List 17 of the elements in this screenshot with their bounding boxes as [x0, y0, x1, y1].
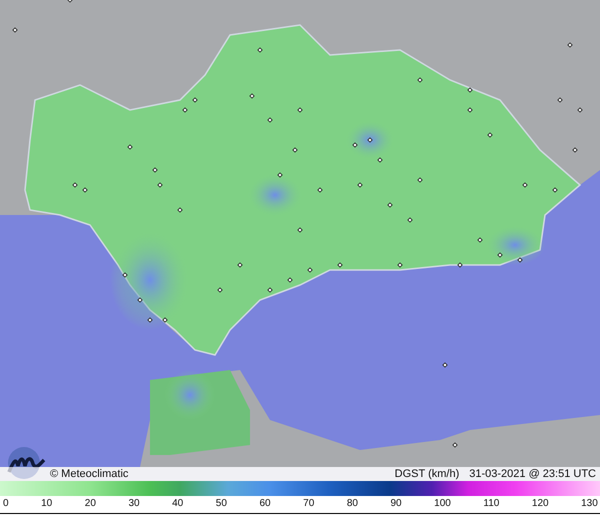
scale-label: 40	[172, 498, 184, 511]
scale-label: 110	[483, 498, 500, 511]
scale-label: 80	[346, 498, 358, 511]
credit-text: © Meteoclimatic	[50, 468, 128, 480]
scale-label: 60	[259, 498, 271, 511]
scale-label: 10	[41, 498, 52, 511]
scale-label: 100	[434, 498, 451, 511]
scale-label: 130	[581, 498, 598, 511]
timestamp: 31-03-2021 @ 23:51 UTC	[469, 468, 596, 480]
scale-label: 0	[3, 498, 9, 511]
scale-label: 50	[216, 498, 227, 511]
scale-label: 120	[532, 498, 549, 511]
scale-label: 30	[128, 498, 140, 511]
scale-label: 90	[390, 498, 402, 511]
scale-label: 20	[84, 498, 96, 511]
variable-label: DGST (km/h)	[394, 468, 460, 480]
scale-label: 70	[303, 498, 314, 511]
